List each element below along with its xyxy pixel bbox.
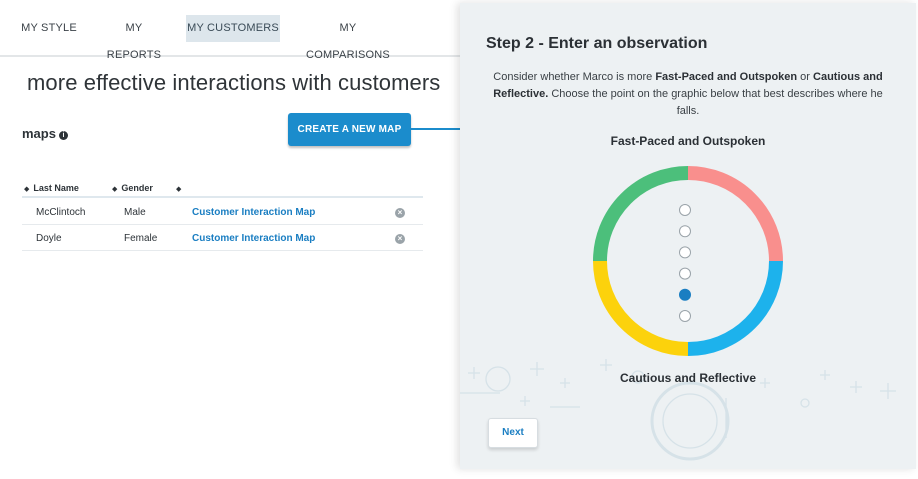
customer-interaction-map-link[interactable]: Customer Interaction Map (192, 207, 315, 218)
cell-gender: Male (124, 207, 146, 218)
cell-gender: Female (124, 233, 158, 244)
ring-bottom-left-arc (593, 260, 689, 356)
observation-panel: Step 2 - Enter an observation Consider w… (460, 3, 916, 469)
background-decoration (460, 359, 896, 461)
sort-icon: ◆ (112, 186, 118, 193)
nav-my-reports[interactable]: MY REPORTS (98, 15, 170, 61)
ring-top-right-arc (687, 166, 783, 262)
column-header-sort[interactable]: ◆ (176, 183, 185, 193)
create-new-map-button[interactable]: CREATE A NEW MAP (288, 113, 411, 146)
scale-point[interactable] (679, 225, 691, 238)
cell-last-name: McClintoch (36, 207, 86, 218)
table-row: McClintoch Male Customer Interaction Map… (22, 200, 423, 225)
table-row: Doyle Female Customer Interaction Map × (22, 226, 423, 251)
top-nav: MY STYLE MY REPORTS MY CUSTOMERS MY COMP… (0, 0, 460, 61)
page-headline: more effective interactions with custome… (27, 70, 441, 95)
bottom-pole-label: Cautious and Reflective (619, 371, 757, 385)
close-icon[interactable]: × (395, 234, 405, 244)
top-pole-label: Fast-Paced and Outspoken (610, 134, 766, 148)
nav-my-style[interactable]: MY STYLE (20, 15, 78, 42)
style-ring (593, 166, 783, 356)
ring-bottom-right-arc (687, 260, 783, 356)
maps-title: maps (22, 126, 56, 141)
step-title: Step 2 - Enter an observation (486, 35, 708, 52)
nav-my-comparisons[interactable]: MY COMPARISONS (298, 15, 398, 61)
column-header-gender[interactable]: ◆ Gender (112, 183, 153, 193)
scale-point[interactable] (679, 246, 691, 259)
next-button[interactable]: Next (488, 418, 538, 448)
sort-icon: ◆ (24, 186, 30, 193)
customer-interaction-map-link[interactable]: Customer Interaction Map (192, 233, 315, 244)
close-icon[interactable]: × (395, 208, 405, 218)
customers-page: MY STYLE MY REPORTS MY CUSTOMERS MY COMP… (0, 0, 484, 479)
table-header: ◆ Last Name ◆ Gender ◆ (22, 180, 423, 198)
column-header-last-name[interactable]: ◆ Last Name (24, 183, 79, 193)
maps-heading: maps i (22, 126, 68, 141)
scale-point[interactable] (679, 267, 691, 280)
scale-point[interactable] (679, 310, 691, 322)
screenshot: MY STYLE MY REPORTS MY CUSTOMERS MY COMP… (0, 0, 918, 479)
scale-point-selected[interactable] (679, 288, 691, 301)
info-icon[interactable]: i (58, 131, 68, 140)
ring-top-left-arc (593, 166, 689, 262)
scale-point[interactable] (679, 204, 691, 216)
instruction-text: Consider whether Marco is more Fast-Pace… (493, 71, 883, 117)
nav-my-customers[interactable]: MY CUSTOMERS (186, 15, 280, 42)
cell-last-name: Doyle (36, 233, 62, 244)
sort-icon: ◆ (176, 186, 182, 193)
